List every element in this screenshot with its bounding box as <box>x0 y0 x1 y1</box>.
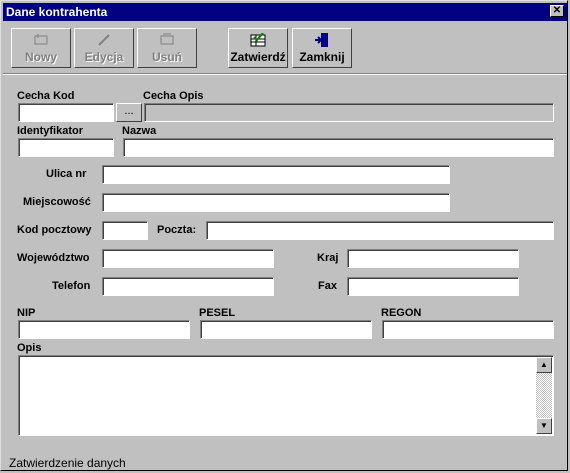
edit-button-label: Edycja <box>84 50 124 64</box>
close-icon: ✕ <box>552 5 562 16</box>
poczta-label: Poczta: <box>157 224 197 236</box>
edit-button[interactable]: Edycja <box>74 28 134 68</box>
telefon-input[interactable] <box>102 277 274 296</box>
nip-label: NIP <box>17 307 36 319</box>
identyfikator-input[interactable] <box>18 138 114 157</box>
opis-textarea[interactable]: ▲ ▼ <box>18 355 554 436</box>
opis-scrollbar[interactable]: ▲ ▼ <box>536 357 552 434</box>
pesel-input[interactable] <box>200 320 372 339</box>
kraj-input[interactable] <box>347 249 519 268</box>
window-title: Dane kontrahenta <box>6 5 108 19</box>
identyfikator-label: Identyfikator <box>17 125 84 137</box>
new-button[interactable]: Nowy <box>11 28 71 68</box>
scroll-down-icon[interactable]: ▼ <box>536 418 552 434</box>
cecha-opis-input <box>144 103 554 122</box>
regon-label: REGON <box>381 307 422 319</box>
close-button[interactable]: Zamknij <box>292 28 352 68</box>
exit-door-icon <box>315 33 328 47</box>
confirm-button-label: Zatwierdź <box>230 50 286 64</box>
nazwa-label: Nazwa <box>122 125 157 137</box>
toolbar-divider <box>3 73 567 75</box>
delete-button[interactable]: Usuń <box>137 28 197 68</box>
close-window-button[interactable]: ✕ <box>550 5 564 17</box>
toolbar: Nowy Edycja Usuń Zatwierdź Zamknij <box>3 22 567 72</box>
telefon-label: Telefon <box>52 280 91 292</box>
dialog-window: Dane kontrahenta ✕ Nowy Edycja Usuń Zatw… <box>0 0 568 471</box>
opis-label: Opis <box>17 342 42 354</box>
close-button-label: Zamknij <box>299 50 345 64</box>
fax-label: Fax <box>318 280 337 292</box>
kod-pocztowy-label: Kod pocztowy <box>17 224 92 236</box>
cecha-opis-label: Cecha Opis <box>143 90 204 102</box>
delete-record-icon <box>160 33 174 45</box>
ulica-input[interactable] <box>102 165 450 184</box>
title-bar: Dane kontrahenta ✕ <box>3 3 567 21</box>
new-record-icon <box>34 34 48 45</box>
fax-input[interactable] <box>347 277 519 296</box>
pesel-label: PESEL <box>199 307 236 319</box>
wojewodztwo-label: Województwo <box>17 252 90 264</box>
cecha-kod-input[interactable] <box>18 103 114 122</box>
cecha-kod-label: Cecha Kod <box>17 90 75 102</box>
kod-pocztowy-input[interactable] <box>102 221 148 240</box>
poczta-input[interactable] <box>206 221 554 240</box>
ulica-label: Ulica nr <box>46 168 87 180</box>
delete-button-label: Usuń <box>152 50 182 64</box>
regon-input[interactable] <box>382 320 554 339</box>
miejscowosc-input[interactable] <box>102 193 450 212</box>
confirm-grid-icon <box>250 33 266 47</box>
pencil-icon <box>98 34 110 46</box>
status-bar-text: Zatwierdzenie danych <box>9 456 126 470</box>
wojewodztwo-input[interactable] <box>102 249 274 268</box>
confirm-button[interactable]: Zatwierdź <box>228 28 288 68</box>
scroll-up-icon[interactable]: ▲ <box>536 357 552 373</box>
kraj-label: Kraj <box>317 252 339 264</box>
new-button-label: Nowy <box>24 50 57 64</box>
nazwa-input[interactable] <box>123 138 554 157</box>
nip-input[interactable] <box>18 320 190 339</box>
miejscowosc-label: Miejscowość <box>23 196 91 208</box>
browse-button[interactable]: ... <box>116 103 142 122</box>
